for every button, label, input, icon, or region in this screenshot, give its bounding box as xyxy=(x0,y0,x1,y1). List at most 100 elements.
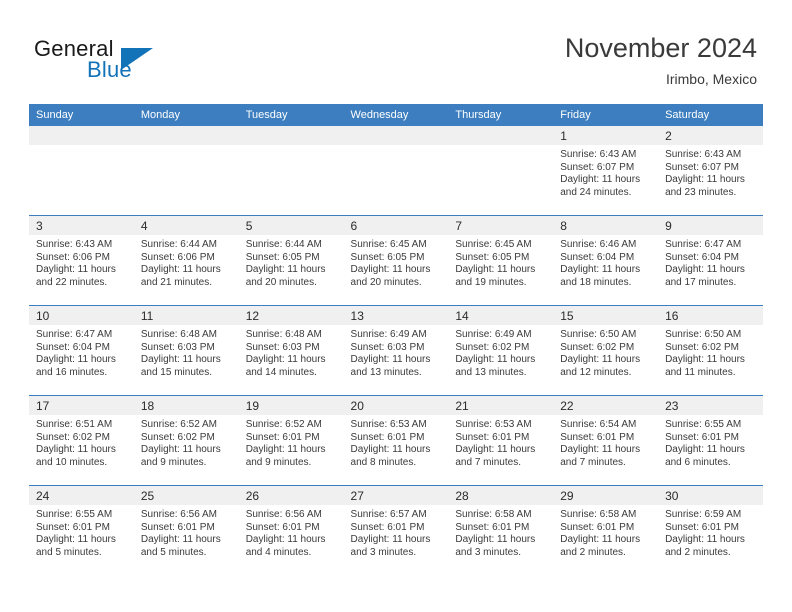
day-cell-empty xyxy=(238,126,344,215)
sunset-text: Sunset: 6:04 PM xyxy=(560,251,635,263)
week-row: 24 Sunrise: 6:55 AM Sunset: 6:01 PM Dayligh… xyxy=(29,485,763,575)
weekday-header-row: Sunday Monday Tuesday Wednesday Thursday Frid… xyxy=(29,104,763,126)
day-cell[interactable]: 17 Sunrise: 6:51 AM Sunset: 6:02 PM Dayligh… xyxy=(29,396,134,485)
sunrise-text: Sunrise: 6:55 AM xyxy=(665,419,742,430)
day-cell-empty xyxy=(448,126,554,215)
day-number: 15 xyxy=(553,306,659,325)
daylight-text: Daylight: 11 hours and 9 minutes. xyxy=(140,444,221,468)
day-cell[interactable]: 8 Sunrise: 6:46 AM Sunset: 6:04 PM Daylight… xyxy=(553,216,659,305)
weekday-header-sunday: Sunday xyxy=(29,104,134,126)
day-cell[interactable]: 10 Sunrise: 6:47 AM Sunset: 6:04 PM Dayligh… xyxy=(29,306,134,395)
brand-logo[interactable]: General Blue xyxy=(34,36,214,88)
day-number xyxy=(448,126,554,145)
day-cell[interactable]: 22 Sunrise: 6:54 AM Sunset: 6:01 PM Dayligh… xyxy=(553,396,659,485)
day-cell[interactable]: 23 Sunrise: 6:55 AM Sunset: 6:01 PM Dayligh… xyxy=(658,396,763,485)
day-cell[interactable]: 29 Sunrise: 6:58 AM Sunset: 6:01 PM Dayligh… xyxy=(553,486,659,575)
calendar-cell xyxy=(29,126,134,216)
daylight-text: Daylight: 11 hours and 14 minutes. xyxy=(245,354,326,378)
day-cell[interactable]: 15 Sunrise: 6:50 AM Sunset: 6:02 PM Dayligh… xyxy=(553,306,659,395)
daylight-text: Daylight: 11 hours and 9 minutes. xyxy=(245,444,326,468)
day-number: 20 xyxy=(343,396,449,415)
daylight-text: Daylight: 11 hours and 7 minutes. xyxy=(560,444,641,468)
sunrise-text: Sunrise: 6:52 AM xyxy=(140,419,217,430)
sunrise-text: Sunrise: 6:45 AM xyxy=(350,239,427,250)
calendar-cell: 8 Sunrise: 6:46 AM Sunset: 6:04 PM Daylight… xyxy=(553,215,659,306)
weekday-header-friday: Friday xyxy=(553,104,659,126)
daylight-text: Daylight: 11 hours and 21 minutes. xyxy=(140,264,221,288)
sunrise-text: Sunrise: 6:48 AM xyxy=(140,329,217,340)
daylight-text: Daylight: 11 hours and 16 minutes. xyxy=(36,354,116,378)
day-number: 12 xyxy=(238,306,344,325)
week-row: 17 Sunrise: 6:51 AM Sunset: 6:02 PM Dayligh… xyxy=(29,395,763,486)
day-sun-info: Sunrise: 6:44 AM Sunset: 6:06 PM Daylight:… xyxy=(134,235,239,289)
sunset-text: Sunset: 6:01 PM xyxy=(665,521,739,533)
sunset-text: Sunset: 6:03 PM xyxy=(350,341,425,353)
calendar-cell: 26 Sunrise: 6:56 AM Sunset: 6:01 PM Dayligh… xyxy=(238,485,344,575)
day-sun-info: Sunrise: 6:46 AM Sunset: 6:04 PM Daylight:… xyxy=(553,235,658,289)
day-cell[interactable]: 9 Sunrise: 6:47 AM Sunset: 6:04 PM Daylight… xyxy=(658,216,763,305)
day-cell[interactable]: 16 Sunrise: 6:50 AM Sunset: 6:02 PM Dayligh… xyxy=(658,306,763,395)
daylight-text: Daylight: 11 hours and 13 minutes. xyxy=(455,354,536,378)
sunset-text: Sunset: 6:06 PM xyxy=(140,251,215,263)
day-number: 22 xyxy=(553,396,659,415)
day-number: 16 xyxy=(658,306,763,325)
day-cell[interactable]: 11 Sunrise: 6:48 AM Sunset: 6:03 PM Dayligh… xyxy=(133,306,239,395)
sunset-text: Sunset: 6:01 PM xyxy=(455,431,530,443)
day-sun-info: Sunrise: 6:47 AM Sunset: 6:04 PM Daylight:… xyxy=(29,325,134,379)
calendar-cell: 3 Sunrise: 6:43 AM Sunset: 6:06 PM Daylight… xyxy=(29,215,134,306)
day-cell[interactable]: 4 Sunrise: 6:44 AM Sunset: 6:06 PM Daylight… xyxy=(133,216,239,305)
daylight-text: Daylight: 11 hours and 11 minutes. xyxy=(665,354,745,378)
sunrise-text: Sunrise: 6:44 AM xyxy=(245,239,322,250)
sunset-text: Sunset: 6:01 PM xyxy=(36,521,110,533)
day-cell[interactable]: 28 Sunrise: 6:58 AM Sunset: 6:01 PM Dayligh… xyxy=(448,486,554,575)
day-cell[interactable]: 7 Sunrise: 6:45 AM Sunset: 6:05 PM Daylight… xyxy=(448,216,554,305)
day-cell[interactable]: 27 Sunrise: 6:57 AM Sunset: 6:01 PM Dayligh… xyxy=(343,486,449,575)
day-number xyxy=(29,126,134,145)
weekday-header-tuesday: Tuesday xyxy=(238,104,344,126)
brand-name-secondary: Blue xyxy=(87,57,132,82)
day-number: 25 xyxy=(133,486,239,505)
day-cell[interactable]: 12 Sunrise: 6:48 AM Sunset: 6:03 PM Dayligh… xyxy=(238,306,344,395)
calendar-cell: 9 Sunrise: 6:47 AM Sunset: 6:04 PM Daylight… xyxy=(658,215,763,306)
day-cell[interactable]: 14 Sunrise: 6:49 AM Sunset: 6:02 PM Dayligh… xyxy=(448,306,554,395)
day-sun-info: Sunrise: 6:49 AM Sunset: 6:02 PM Daylight:… xyxy=(448,325,553,379)
day-sun-info: Sunrise: 6:43 AM Sunset: 6:07 PM Daylight:… xyxy=(658,145,763,199)
calendar-cell: 11 Sunrise: 6:48 AM Sunset: 6:03 PM Dayligh… xyxy=(133,305,239,396)
day-cell[interactable]: 26 Sunrise: 6:56 AM Sunset: 6:01 PM Dayligh… xyxy=(238,486,344,575)
weekday-header-wednesday: Wednesday xyxy=(343,104,449,126)
sunrise-text: Sunrise: 6:54 AM xyxy=(560,419,637,430)
day-cell[interactable]: 24 Sunrise: 6:55 AM Sunset: 6:01 PM Dayligh… xyxy=(29,486,134,575)
daylight-text: Daylight: 11 hours and 6 minutes. xyxy=(665,444,745,468)
day-cell[interactable]: 6 Sunrise: 6:45 AM Sunset: 6:05 PM Daylight… xyxy=(343,216,449,305)
day-cell-empty xyxy=(29,126,134,215)
day-cell[interactable]: 21 Sunrise: 6:53 AM Sunset: 6:01 PM Dayligh… xyxy=(448,396,554,485)
day-cell[interactable]: 25 Sunrise: 6:56 AM Sunset: 6:01 PM Dayligh… xyxy=(133,486,239,575)
calendar-cell: 20 Sunrise: 6:53 AM Sunset: 6:01 PM Dayligh… xyxy=(343,395,449,486)
daylight-text: Daylight: 11 hours and 12 minutes. xyxy=(560,354,641,378)
day-sun-info: Sunrise: 6:55 AM Sunset: 6:01 PM Daylight:… xyxy=(29,505,134,559)
day-cell[interactable]: 20 Sunrise: 6:53 AM Sunset: 6:01 PM Dayligh… xyxy=(343,396,449,485)
day-cell-empty xyxy=(133,126,239,215)
sunrise-text: Sunrise: 6:57 AM xyxy=(350,509,427,520)
day-sun-info: Sunrise: 6:45 AM Sunset: 6:05 PM Daylight:… xyxy=(344,235,449,289)
calendar-cell: 5 Sunrise: 6:44 AM Sunset: 6:05 PM Daylight… xyxy=(238,215,344,306)
calendar-page: General Blue November 2024 Irimbo, Mexic… xyxy=(0,0,792,612)
day-cell[interactable]: 13 Sunrise: 6:49 AM Sunset: 6:03 PM Dayligh… xyxy=(343,306,449,395)
day-cell[interactable]: 30 Sunrise: 6:59 AM Sunset: 6:01 PM Dayligh… xyxy=(658,486,763,575)
day-cell-empty xyxy=(343,126,449,215)
daylight-text: Daylight: 11 hours and 22 minutes. xyxy=(36,264,116,288)
day-cell[interactable]: 1 Sunrise: 6:43 AM Sunset: 6:07 PM Daylight… xyxy=(553,126,659,215)
sunset-text: Sunset: 6:02 PM xyxy=(560,341,635,353)
sunrise-text: Sunrise: 6:53 AM xyxy=(350,419,427,430)
calendar-cell: 27 Sunrise: 6:57 AM Sunset: 6:01 PM Dayligh… xyxy=(343,485,449,575)
day-cell[interactable]: 2 Sunrise: 6:43 AM Sunset: 6:07 PM Daylight… xyxy=(658,126,763,215)
day-cell[interactable]: 3 Sunrise: 6:43 AM Sunset: 6:06 PM Daylight… xyxy=(29,216,134,305)
day-number xyxy=(343,126,449,145)
day-cell[interactable]: 18 Sunrise: 6:52 AM Sunset: 6:02 PM Dayligh… xyxy=(133,396,239,485)
calendar-cell: 2 Sunrise: 6:43 AM Sunset: 6:07 PM Daylight… xyxy=(658,126,763,216)
daylight-text: Daylight: 11 hours and 10 minutes. xyxy=(36,444,116,468)
daylight-text: Daylight: 11 hours and 4 minutes. xyxy=(245,534,326,558)
day-cell[interactable]: 5 Sunrise: 6:44 AM Sunset: 6:05 PM Daylight… xyxy=(238,216,344,305)
calendar-cell xyxy=(133,126,239,216)
day-cell[interactable]: 19 Sunrise: 6:52 AM Sunset: 6:01 PM Dayligh… xyxy=(238,396,344,485)
